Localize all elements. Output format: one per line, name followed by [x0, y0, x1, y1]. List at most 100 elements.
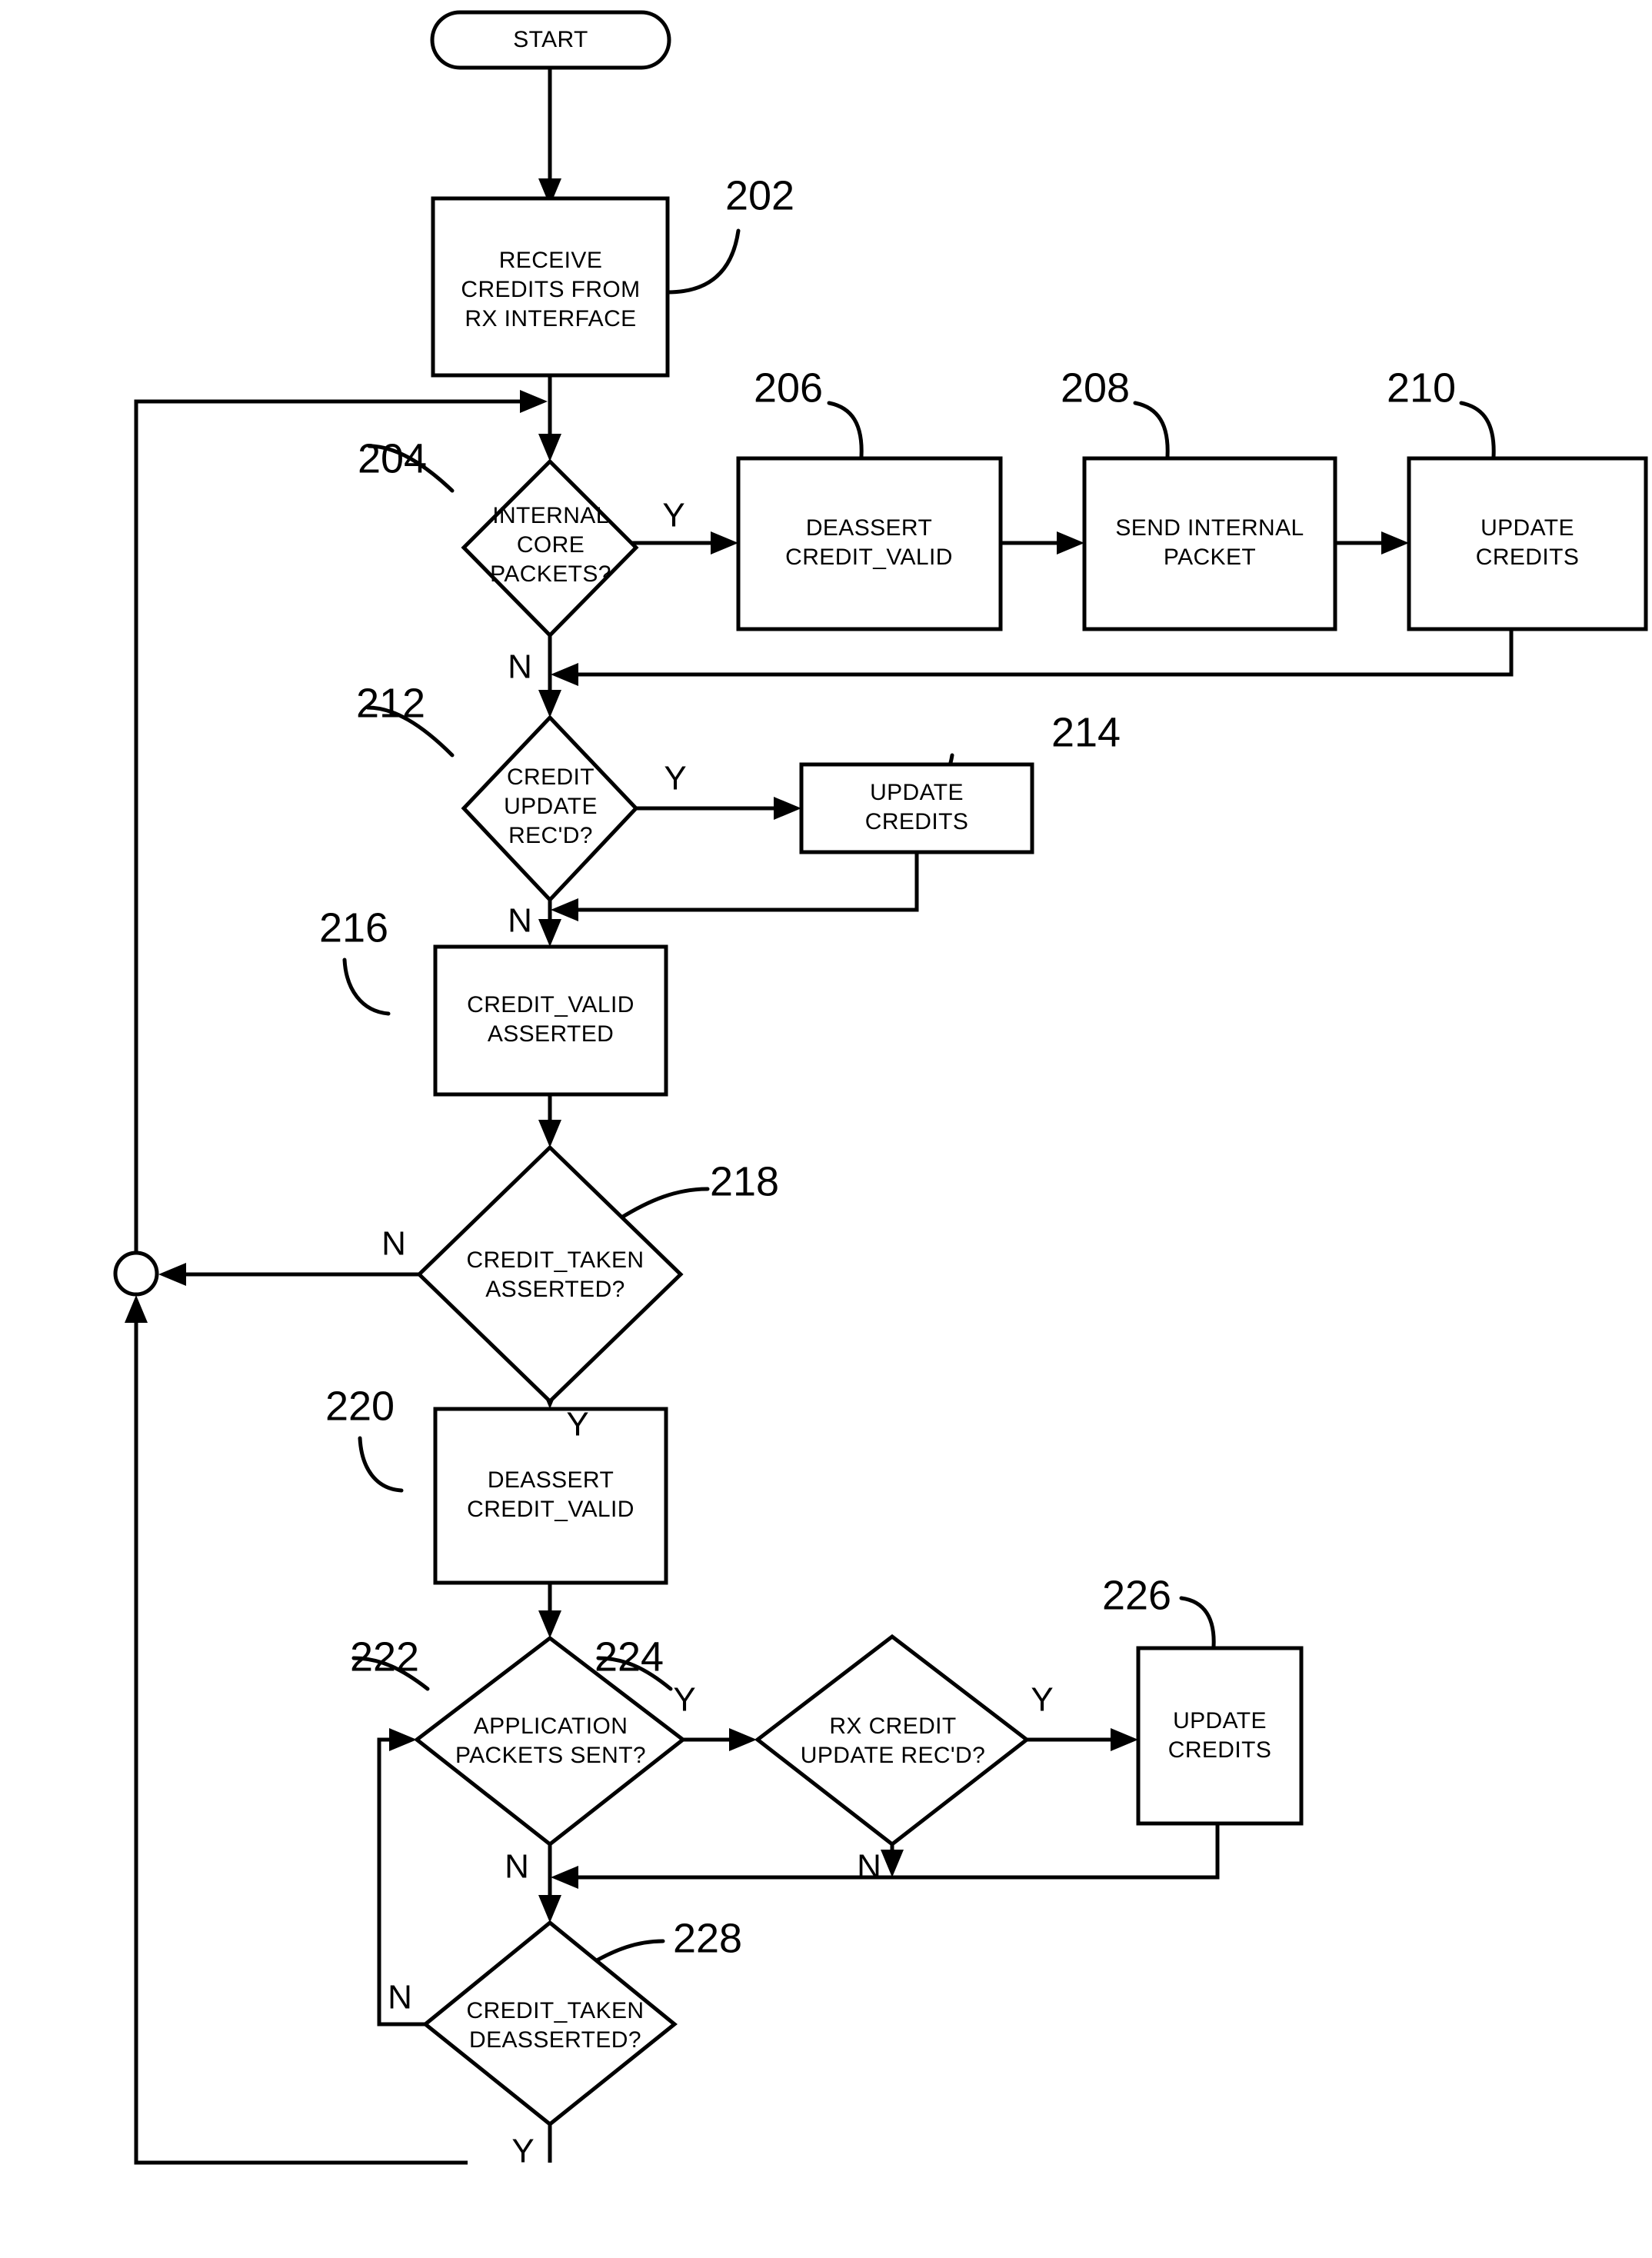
- node-226[interactable]: UPDATE CREDITS: [1136, 1646, 1304, 1826]
- node-206[interactable]: DEASSERT CREDIT_VALID: [736, 456, 1003, 631]
- leader-218: [617, 1187, 710, 1221]
- node-214-line-1: UPDATE: [870, 780, 964, 805]
- node-218-line-1: CREDIT_TAKEN: [467, 1247, 644, 1273]
- node-202[interactable]: RECEIVE CREDITS FROM RX INTERFACE: [431, 196, 670, 378]
- node-218-shape: [416, 1144, 684, 1404]
- arrowhead-228-N-222: [389, 1728, 417, 1751]
- arrowhead-210-return: [551, 663, 578, 686]
- node-220[interactable]: DEASSERT CREDIT_VALID: [433, 1407, 668, 1585]
- node-208[interactable]: SEND INTERNAL PACKET: [1082, 456, 1337, 631]
- node-222-line-2: PACKETS SENT?: [455, 1743, 646, 1768]
- node-228-line-1: CREDIT_TAKEN: [467, 1998, 644, 2023]
- branch-label-212-no: N: [508, 902, 532, 940]
- junction-connector-circle: [113, 1251, 159, 1297]
- node-226-line-1: UPDATE: [1173, 1708, 1267, 1733]
- arrowhead-212-216: [538, 919, 561, 947]
- start-label: START: [513, 27, 588, 52]
- node-226-line-2: CREDITS: [1168, 1737, 1271, 1763]
- ref-number-208: 208: [1061, 365, 1130, 411]
- branch-label-204-yes: Y: [662, 497, 684, 535]
- node-210[interactable]: UPDATE CREDITS: [1407, 456, 1648, 631]
- node-212-line-1: CREDIT: [507, 764, 595, 790]
- ref-number-226: 226: [1102, 1572, 1171, 1618]
- node-214-line-2: CREDITS: [865, 809, 968, 834]
- arrowhead-222-228: [538, 1895, 561, 1923]
- node-206-line-2: CREDIT_VALID: [785, 545, 953, 570]
- branch-label-222-yes: Y: [673, 1681, 695, 1719]
- branch-label-218-no: N: [381, 1225, 406, 1263]
- node-216-line-2: ASSERTED: [488, 1021, 614, 1047]
- node-212-line-3: REC'D?: [508, 823, 593, 848]
- branch-label-222-no: N: [505, 1848, 529, 1886]
- node-224-line-2: UPDATE REC'D?: [801, 1743, 985, 1768]
- node-202-line-1: RECEIVE: [499, 248, 603, 273]
- branch-label-218-yes: Y: [566, 1406, 588, 1444]
- node-224-shape: [754, 1634, 1031, 1847]
- node-204-line-1: INTERNAL: [492, 503, 609, 528]
- ref-number-222: 222: [350, 1634, 419, 1680]
- node-222-line-1: APPLICATION: [474, 1713, 628, 1739]
- leader-210: [1459, 401, 1496, 459]
- arrowhead-222-224: [729, 1728, 757, 1751]
- ref-number-228: 228: [673, 1915, 742, 1961]
- node-202-line-3: RX INTERFACE: [465, 306, 636, 331]
- node-202-line-2: CREDITS FROM: [461, 277, 640, 302]
- node-224[interactable]: RX CREDIT UPDATE REC'D?: [754, 1634, 1031, 1847]
- node-228[interactable]: CREDIT_TAKEN DEASSERTED?: [422, 1920, 678, 2127]
- ref-number-206: 206: [754, 365, 823, 411]
- arrowhead-226-return: [551, 1866, 578, 1889]
- node-228-line-2: DEASSERTED?: [469, 2027, 641, 2053]
- node-start[interactable]: START: [430, 10, 671, 70]
- ref-number-204: 204: [358, 435, 427, 481]
- leader-226: [1179, 1596, 1216, 1650]
- leader-216: [342, 957, 391, 1016]
- arrowhead-218-junction: [158, 1263, 186, 1286]
- arrowhead-204-212: [538, 690, 561, 718]
- node-204-line-2: CORE: [517, 532, 585, 558]
- node-216-line-1: CREDIT_VALID: [467, 992, 634, 1017]
- ref-number-218: 218: [710, 1158, 779, 1204]
- arrowhead-224-226: [1111, 1728, 1138, 1751]
- node-208-line-1: SEND INTERNAL: [1115, 515, 1304, 541]
- ref-number-216: 216: [319, 904, 388, 951]
- leader-206: [827, 401, 864, 459]
- branch-label-204-no: N: [508, 648, 532, 686]
- node-212-line-2: UPDATE: [504, 794, 598, 819]
- leader-202: [665, 228, 741, 295]
- node-210-line-1: UPDATE: [1480, 515, 1574, 541]
- ref-number-210: 210: [1387, 365, 1456, 411]
- branch-label-212-yes: Y: [664, 760, 686, 798]
- node-220-line-2: CREDIT_VALID: [467, 1497, 634, 1522]
- arrowhead-220-222: [538, 1610, 561, 1638]
- arrowhead-204-206: [711, 531, 738, 555]
- branch-label-228-no: N: [388, 1979, 412, 2017]
- arrowhead-into-junction-bottom: [125, 1295, 148, 1323]
- node-224-line-1: RX CREDIT: [829, 1713, 956, 1739]
- edge-junction-to-204-loop: [134, 399, 531, 1252]
- node-206-line-1: DEASSERT: [806, 515, 932, 541]
- arrowhead-208-210: [1381, 531, 1409, 555]
- node-204[interactable]: INTERNAL CORE PACKETS?: [461, 458, 639, 638]
- node-junction[interactable]: [113, 1251, 159, 1297]
- branch-label-224-no: N: [857, 1848, 881, 1886]
- node-210-line-2: CREDITS: [1476, 545, 1579, 570]
- flowchart-canvas: START RECEIVE CREDITS FROM RX INTERFACE …: [0, 0, 1652, 2258]
- arrowhead-202-204: [538, 434, 561, 461]
- ref-number-224: 224: [595, 1634, 664, 1680]
- node-208-line-2: PACKET: [1164, 545, 1256, 570]
- node-216[interactable]: CREDIT_VALID ASSERTED: [433, 944, 668, 1097]
- ref-number-214: 214: [1051, 709, 1121, 755]
- ref-number-212: 212: [356, 680, 425, 726]
- node-212[interactable]: CREDIT UPDATE REC'D?: [461, 714, 639, 903]
- edge-214-to-212-return: [569, 852, 919, 912]
- arrowhead-206-208: [1057, 531, 1084, 555]
- node-226-shape: [1136, 1646, 1304, 1826]
- flowchart-svg: START RECEIVE CREDITS FROM RX INTERFACE …: [113, 10, 1648, 2170]
- node-218-line-2: ASSERTED?: [485, 1277, 624, 1302]
- node-214[interactable]: UPDATE CREDITS: [799, 762, 1034, 854]
- leader-208: [1133, 401, 1170, 459]
- node-220-line-1: DEASSERT: [488, 1467, 614, 1493]
- arrowhead-212-214: [774, 797, 801, 820]
- node-204-line-3: PACKETS?: [490, 561, 611, 587]
- node-218[interactable]: CREDIT_TAKEN ASSERTED?: [416, 1144, 684, 1404]
